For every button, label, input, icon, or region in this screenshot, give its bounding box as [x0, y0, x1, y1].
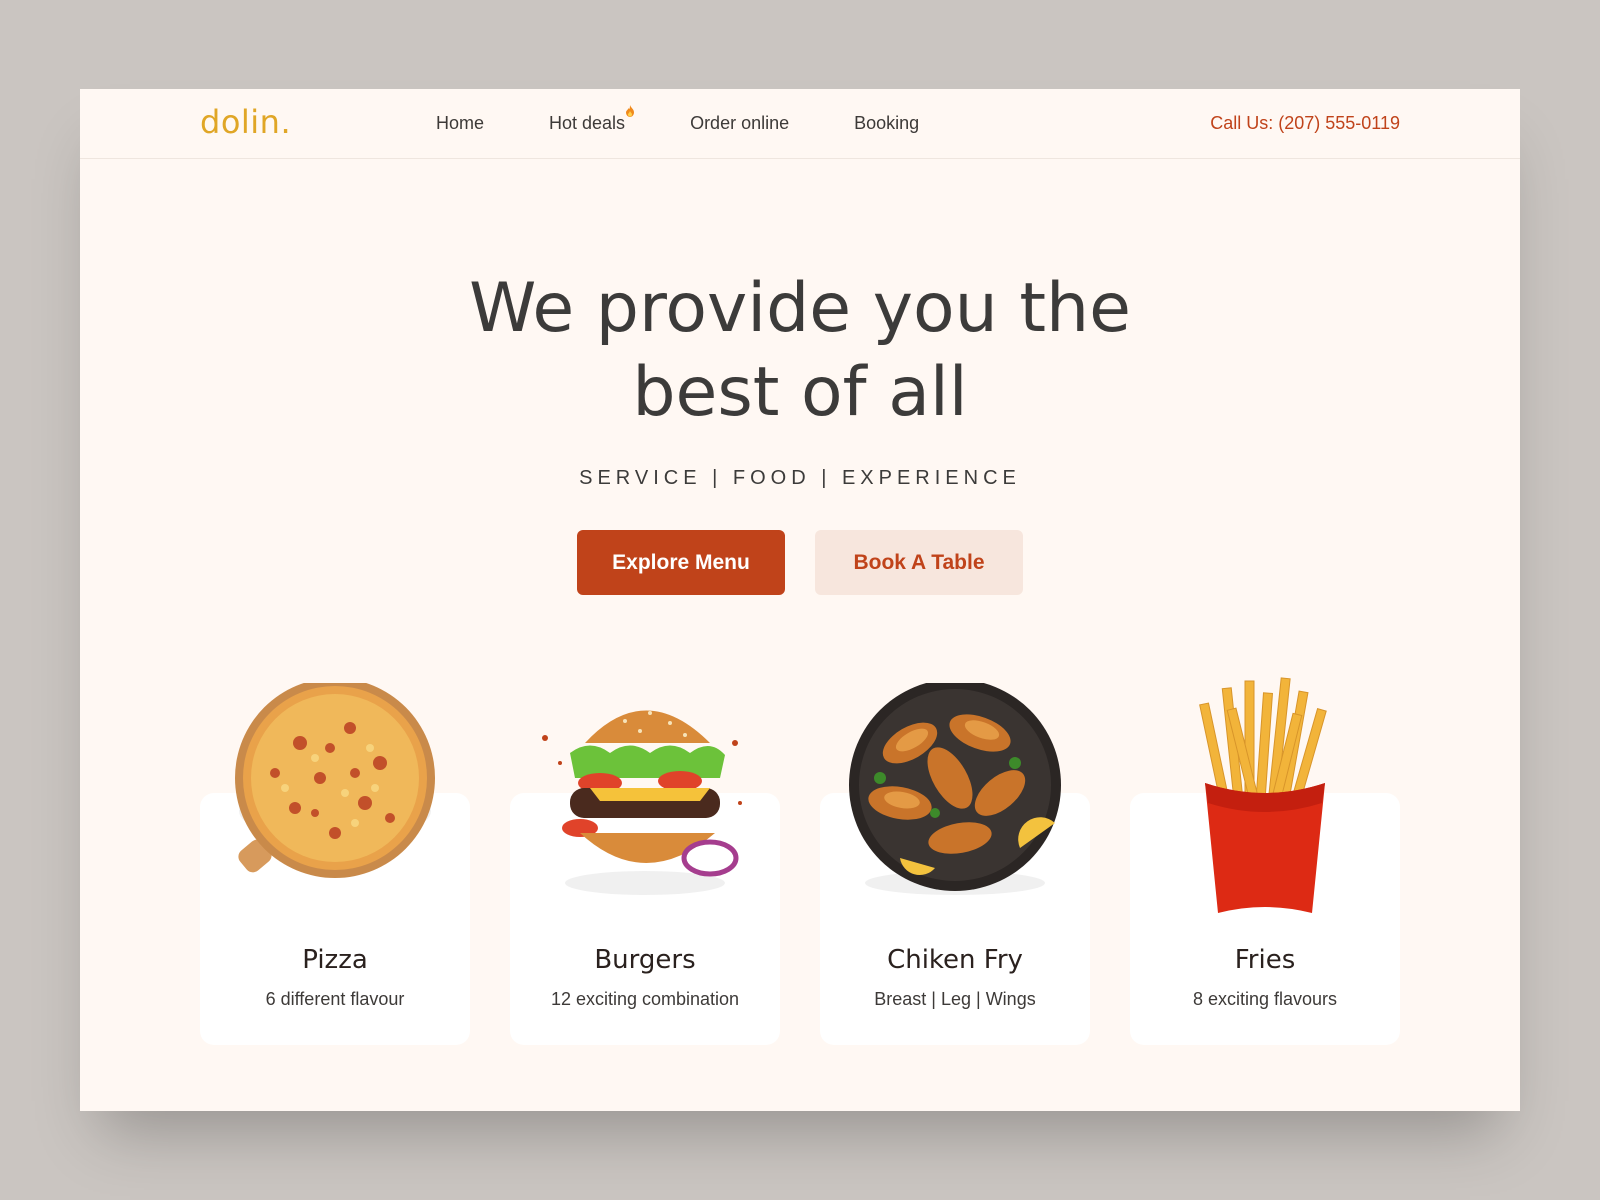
card-title: Chiken Fry — [887, 945, 1023, 975]
nav-link-home[interactable]: Home — [436, 113, 484, 134]
nav-link-booking[interactable]: Booking — [854, 113, 919, 134]
category-card-fries[interactable]: Fries 8 exciting flavours — [1130, 677, 1400, 1045]
burger-icon — [542, 710, 742, 895]
card-title: Burgers — [594, 945, 696, 975]
fried-chicken-icon — [849, 683, 1061, 895]
card-subtitle: 12 exciting combination — [550, 989, 740, 1009]
explore-menu-button[interactable]: Explore Menu — [577, 530, 785, 595]
nav-link-hot-deals[interactable]: Hot deals — [549, 105, 635, 134]
page-frame: dolin. Home Hot deals Order online Booki… — [80, 89, 1520, 1111]
pizza-icon — [235, 683, 435, 878]
category-card-burgers[interactable]: Burgers 12 exciting combination — [510, 710, 780, 1045]
fries-icon — [1199, 677, 1327, 913]
nav-link-hot-deals-label: Hot deals — [549, 113, 626, 133]
card-title: Fries — [1234, 945, 1296, 975]
nav-link-order-online[interactable]: Order online — [690, 113, 789, 134]
top-navbar: dolin. Home Hot deals Order online Booki… — [80, 89, 1520, 159]
category-card-chiken-fry[interactable]: Chiken Fry Breast | Leg | Wings — [820, 683, 1090, 1045]
card-subtitle: 6 different flavour — [265, 989, 405, 1009]
card-subtitle: Breast | Leg | Wings — [874, 989, 1036, 1009]
category-card-pizza[interactable]: Pizza 6 different flavour — [200, 683, 470, 1045]
hero-title-line-2: best of all — [632, 353, 968, 432]
logo[interactable]: dolin. — [200, 103, 291, 141]
hero-tagline: SERVICE | FOOD | EXPERIENCE — [579, 467, 1021, 489]
card-title: Pizza — [302, 945, 368, 975]
hero-title: We provide you the best of all — [80, 267, 1520, 435]
card-subtitle: 8 exciting flavours — [1192, 989, 1338, 1009]
flame-icon — [626, 105, 635, 117]
nav-links: Home Hot deals Order online Booking — [436, 105, 984, 134]
call-us-link[interactable]: Call Us: (207) 555-0119 — [1210, 113, 1400, 134]
hero-title-line-1: We provide you the — [469, 269, 1131, 348]
book-table-button[interactable]: Book A Table — [815, 530, 1023, 595]
